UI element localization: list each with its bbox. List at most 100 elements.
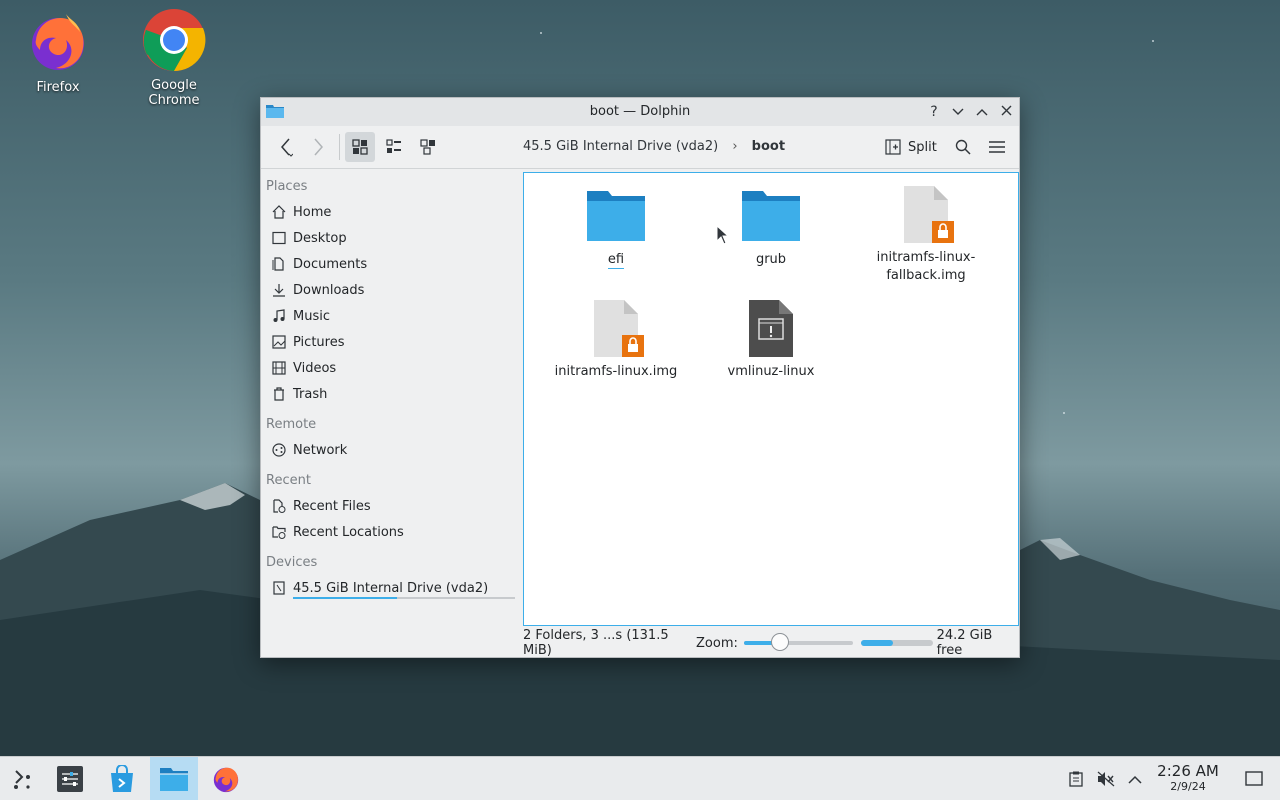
compact-view-button[interactable] <box>379 132 409 162</box>
discover-icon <box>111 765 133 792</box>
maximize-button[interactable] <box>972 102 992 122</box>
show-desktop-button[interactable] <box>1234 757 1274 800</box>
sidebar-item-recent-locations[interactable]: Recent Locations <box>261 519 519 545</box>
sidebar-item-label: 45.5 GiB Internal Drive (vda2) <box>293 580 489 596</box>
sidebar-item-label: Desktop <box>293 230 347 246</box>
file-item-efi[interactable]: efi <box>541 187 691 269</box>
zoom-slider-handle[interactable] <box>771 633 790 651</box>
system-tray-expand-button[interactable] <box>1115 757 1155 800</box>
show-desktop-icon <box>1245 771 1263 786</box>
drive-icon <box>271 580 287 596</box>
app-launcher-button[interactable] <box>0 757 44 800</box>
discover-button[interactable] <box>100 757 144 800</box>
dolphin-icon <box>160 768 188 791</box>
clock-time: 2:26 AM <box>1157 762 1219 780</box>
drive-usage-fill <box>293 597 398 599</box>
compact-view-icon <box>386 139 401 153</box>
home-icon <box>271 204 287 220</box>
status-bar: 2 Folders, 3 ...s (131.5 MiB) Zoom: 24.2… <box>523 628 1017 658</box>
locked-file-icon <box>896 185 956 243</box>
sidebar-item-recent-files[interactable]: Recent Files <box>261 493 519 519</box>
file-item-initramfs-fallback[interactable]: initramfs-linux- fallback.img <box>851 185 1001 285</box>
file-view[interactable]: efi grub initramfs-linux- fallback.img i… <box>523 172 1019 626</box>
zoom-label: Zoom: <box>696 635 738 651</box>
file-name: initramfs-linux.img <box>554 364 678 379</box>
back-button[interactable] <box>271 132 301 162</box>
sidebar-item-label: Network <box>293 442 348 458</box>
split-label: Split <box>908 139 937 155</box>
folder-icon <box>586 187 646 245</box>
digital-clock[interactable]: 2:26 AM 2/9/24 <box>1150 763 1226 794</box>
chevron-down-icon <box>952 108 964 115</box>
firefox-taskbar-button[interactable] <box>204 757 248 800</box>
status-summary: 2 Folders, 3 ...s (131.5 MiB) <box>523 628 669 658</box>
places-header: Places <box>266 179 308 194</box>
system-settings-icon <box>57 766 83 792</box>
file-item-initramfs[interactable]: initramfs-linux.img <box>541 299 691 381</box>
remote-header: Remote <box>266 417 317 432</box>
network-icon <box>271 442 287 458</box>
sidebar-item-downloads[interactable]: Downloads <box>261 277 519 303</box>
desktop-icon <box>271 230 287 246</box>
file-item-vmlinuz[interactable]: vmlinuz-linux <box>696 299 846 381</box>
sidebar-item-trash[interactable]: Trash <box>261 381 519 407</box>
sidebar-item-label: Recent Files <box>293 498 371 514</box>
sidebar-item-internal-drive[interactable]: 45.5 GiB Internal Drive (vda2) <box>261 575 519 601</box>
desktop-icon-label: Google Chrome <box>148 78 200 108</box>
desktop-icon-label: Firefox <box>36 80 80 95</box>
sidebar-item-pictures[interactable]: Pictures <box>261 329 519 355</box>
chrome-icon <box>142 8 206 72</box>
recent-files-icon <box>271 498 287 514</box>
sidebar-item-desktop[interactable]: Desktop <box>261 225 519 251</box>
dolphin-taskbar-button[interactable] <box>150 757 198 800</box>
clock-date: 2/9/24 <box>1170 780 1206 793</box>
desktop-firefox[interactable]: Firefox <box>8 10 108 95</box>
menu-button[interactable] <box>982 132 1012 162</box>
sidebar-item-label: Home <box>293 204 332 220</box>
recent-header: Recent <box>266 473 311 488</box>
zoom-slider[interactable] <box>743 633 854 651</box>
toolbar-divider <box>339 134 340 160</box>
documents-icon <box>271 256 287 272</box>
title-bar[interactable]: boot — Dolphin ? <box>261 98 1019 126</box>
mouse-cursor-icon <box>716 225 730 245</box>
sidebar-item-documents[interactable]: Documents <box>261 251 519 277</box>
forward-button[interactable] <box>303 132 333 162</box>
icons-view-button[interactable] <box>345 132 375 162</box>
sidebar-item-videos[interactable]: Videos <box>261 355 519 381</box>
file-name: grub <box>755 252 787 267</box>
sidebar-item-label: Recent Locations <box>293 524 404 540</box>
sidebar-item-label: Downloads <box>293 282 365 298</box>
breadcrumb-current[interactable]: boot <box>752 139 785 154</box>
free-space-label: 24.2 GiB free <box>936 628 993 658</box>
details-view-button[interactable] <box>413 132 443 162</box>
drive-usage-bar <box>293 597 515 599</box>
sidebar-item-label: Videos <box>293 360 337 376</box>
file-name: vmlinuz-linux <box>727 364 815 379</box>
hamburger-menu-icon <box>989 141 1005 153</box>
sidebar-item-label: Music <box>293 308 330 324</box>
details-view-icon <box>420 139 435 155</box>
pictures-icon <box>271 334 287 350</box>
breadcrumb-drive[interactable]: 45.5 GiB Internal Drive (vda2) <box>523 139 718 154</box>
capacity-bar <box>861 640 933 646</box>
sidebar-item-home[interactable]: Home <box>261 199 519 225</box>
close-button[interactable] <box>996 102 1016 122</box>
places-panel: Places Home Desktop Documents Downloads … <box>261 169 519 629</box>
folder-icon <box>741 187 801 245</box>
back-arrow-icon <box>281 138 293 157</box>
split-button[interactable]: Split <box>885 136 937 158</box>
forward-arrow-icon <box>314 138 323 156</box>
search-button[interactable] <box>948 132 978 162</box>
videos-icon <box>271 360 287 376</box>
star <box>540 32 542 34</box>
sidebar-item-network[interactable]: Network <box>261 437 519 463</box>
help-button[interactable]: ? <box>924 102 944 122</box>
desktop-google-chrome[interactable]: Google Chrome <box>124 8 224 108</box>
sidebar-item-music[interactable]: Music <box>261 303 519 329</box>
system-settings-button[interactable] <box>48 757 92 800</box>
minimize-button[interactable] <box>948 102 968 122</box>
chevron-up-icon <box>1128 775 1142 784</box>
firefox-icon <box>26 10 90 74</box>
toolbar: 45.5 GiB Internal Drive (vda2) › boot Sp… <box>261 126 1019 169</box>
